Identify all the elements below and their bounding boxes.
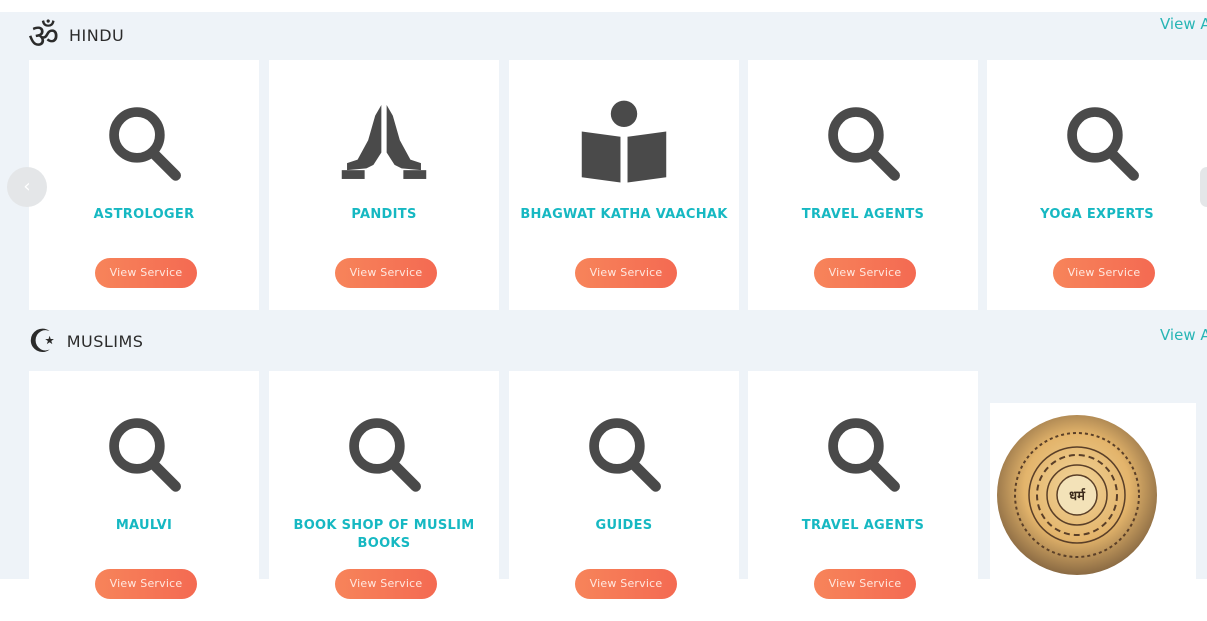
view-service-button[interactable]: View Service [1053, 258, 1155, 288]
service-label: ASTROLOGER [93, 207, 195, 222]
view-service-button[interactable]: View Service [814, 569, 916, 599]
hindu-section-title: HINDU [69, 25, 125, 45]
service-card-yoga-experts[interactable]: YOGA EXPERTS View Service [987, 60, 1207, 310]
magnifier-icon [828, 418, 900, 492]
service-label: GUIDES [595, 518, 653, 533]
muslims-view-all-link[interactable]: View A [1160, 326, 1207, 344]
mandala-logo: धर्म [997, 415, 1157, 575]
service-label: TRAVEL AGENTS [801, 518, 925, 533]
carousel-next-arrow[interactable] [1200, 167, 1207, 207]
view-service-button[interactable]: View Service [575, 569, 677, 599]
hindu-section-header: ॐ HINDU [28, 12, 124, 58]
view-service-button[interactable]: View Service [335, 569, 437, 599]
service-card-travel-agents[interactable]: TRAVEL AGENTS View Service [748, 371, 978, 621]
muslims-section-header: ☪ MUSLIMS [28, 322, 143, 360]
hindu-view-all-link[interactable]: View A [1160, 15, 1207, 33]
service-card-travel-agents[interactable]: TRAVEL AGENTS View Service [748, 60, 978, 310]
service-label: MAULVI [115, 518, 173, 533]
view-service-button[interactable]: View Service [335, 258, 437, 288]
magnifier-icon [828, 107, 900, 181]
om-icon: ॐ [28, 17, 60, 57]
service-label: BHAGWAT KATHA VAACHAK [520, 207, 728, 222]
service-label: PANDITS [351, 207, 417, 222]
view-service-button[interactable]: View Service [575, 258, 677, 288]
reader-icon [581, 100, 667, 183]
view-service-button[interactable]: View Service [814, 258, 916, 288]
magnifier-icon [109, 107, 181, 181]
service-label: YOGA EXPERTS [1040, 207, 1154, 222]
promo-logo-text: धर्म [1069, 488, 1086, 504]
service-card-maulvi[interactable]: MAULVI View Service [29, 371, 259, 621]
service-card-pandits[interactable]: PANDITS View Service [269, 60, 499, 310]
view-service-button[interactable]: View Service [95, 569, 197, 599]
praying-hands-icon [341, 105, 427, 179]
service-label: TRAVEL AGENTS [801, 207, 925, 222]
service-label: BOOK SHOP OF MUSLIM BOOKS [293, 518, 475, 551]
service-card-bhagwat-katha-vaachak[interactable]: BHAGWAT KATHA VAACHAK View Service [509, 60, 739, 310]
magnifier-icon [589, 418, 661, 492]
magnifier-icon [1067, 107, 1139, 181]
magnifier-icon [109, 418, 181, 492]
promo-banner[interactable]: धर्म [990, 403, 1196, 579]
service-card-guides[interactable]: GUIDES View Service [509, 371, 739, 621]
crescent-star-icon: ☪ [28, 322, 57, 360]
service-card-book-shop[interactable]: BOOK SHOP OF MUSLIM BOOKS View Service [269, 371, 499, 621]
magnifier-icon [349, 418, 421, 492]
service-card-astrologer[interactable]: ASTROLOGER View Service [29, 60, 259, 310]
carousel-prev-arrow[interactable]: ‹ [7, 167, 47, 207]
view-service-button[interactable]: View Service [95, 258, 197, 288]
muslims-section-title: MUSLIMS [66, 331, 144, 351]
